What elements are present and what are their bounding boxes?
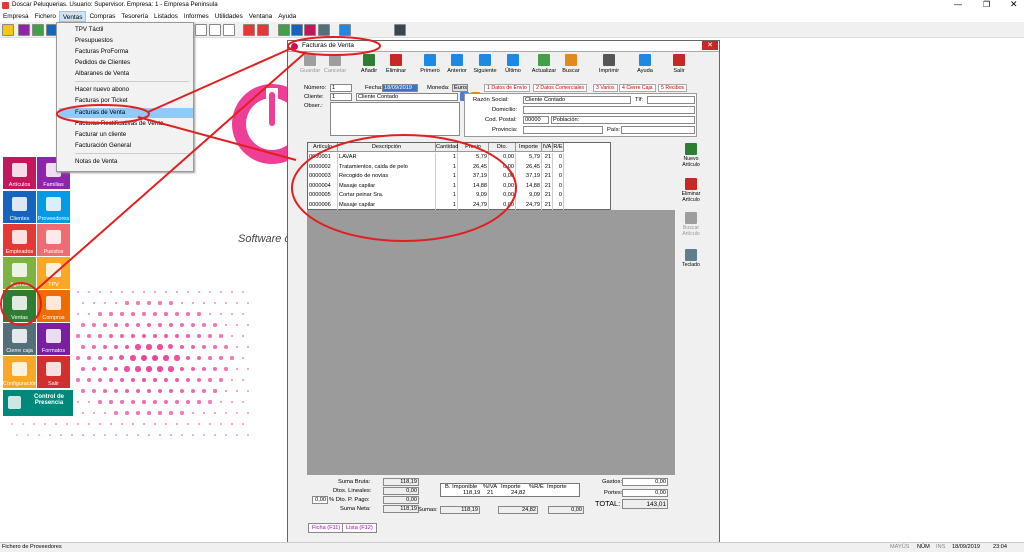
annotation-circle-title: [287, 36, 381, 56]
annotation-line-1: [147, 47, 293, 113]
status-num: NÚM: [917, 544, 930, 550]
annotation-circle-grid: [291, 134, 517, 242]
status-text: Fichero de Proveedores: [2, 544, 62, 550]
status-ins: INS: [936, 544, 946, 550]
status-mayus: MAYÚS: [890, 544, 910, 550]
status-bar: Fichero de Proveedores MAYÚS NÚM INS 18/…: [0, 542, 1024, 552]
status-time: 23:04: [993, 544, 1007, 550]
annotation-line-3: [137, 116, 297, 161]
status-date: 18/09/2019: [952, 544, 980, 550]
annotation-overlay: [0, 36, 517, 326]
annotation-line-2: [35, 51, 307, 291]
annotation-circle-ventas: [0, 282, 42, 326]
annotation-circle-menu: [56, 104, 150, 124]
